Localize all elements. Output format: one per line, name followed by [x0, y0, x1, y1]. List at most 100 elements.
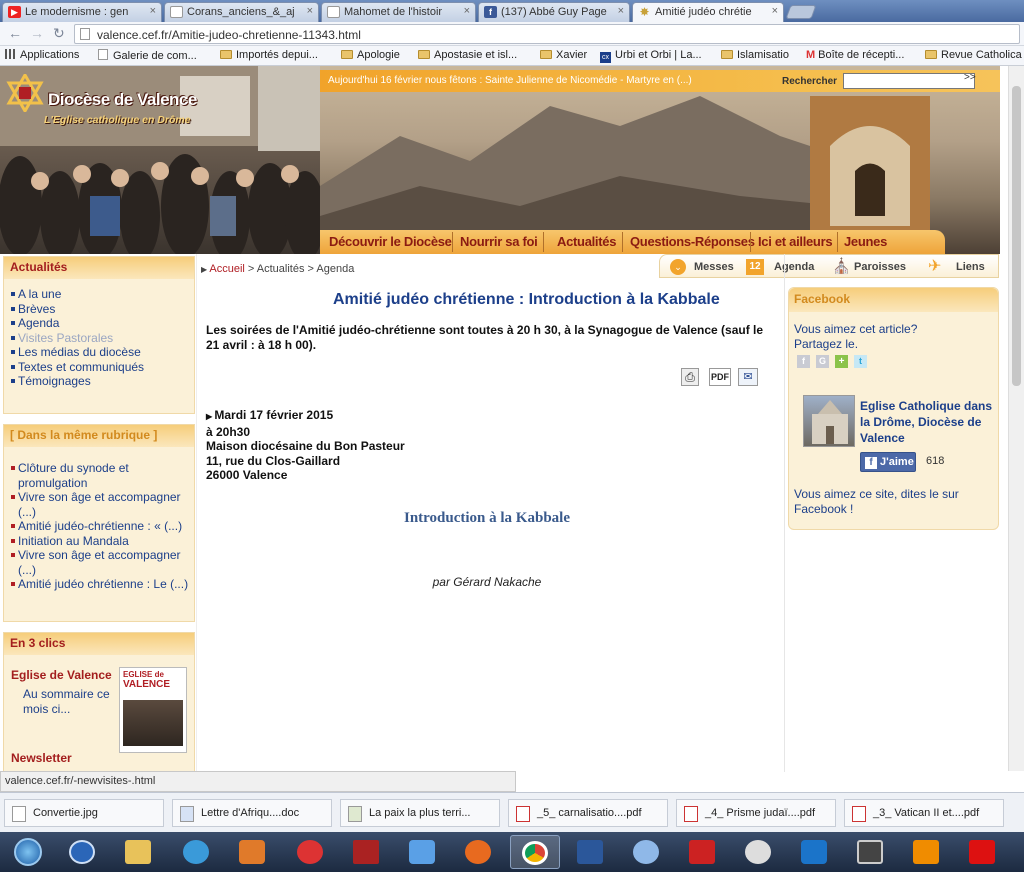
close-icon[interactable]: × [772, 5, 778, 17]
nav-decouvrir[interactable]: Découvrir le Diocèse [329, 234, 452, 249]
nav-jeunes[interactable]: Jeunes [844, 234, 887, 249]
back-icon[interactable]: ← [8, 25, 22, 41]
nav-ici-ailleurs[interactable]: Ici et ailleurs [758, 234, 833, 249]
breadcrumb-path: > Actualités > Agenda [244, 263, 355, 275]
tab-2[interactable]: Corans_anciens_&_aj × [164, 2, 319, 22]
taskbar-app[interactable] [342, 835, 392, 869]
bookmark-folder[interactable]: Importés depui... [220, 49, 318, 61]
close-icon[interactable]: × [150, 5, 156, 17]
bookmark-folder[interactable]: Islamisatio [721, 49, 789, 61]
taskbar-camera[interactable] [286, 835, 336, 869]
tab-4[interactable]: f (137) Abbé Guy Page × [478, 2, 630, 22]
facebook-page-name[interactable]: Eglise Catholique dans la Drôme, Diocèse… [860, 398, 996, 446]
sidebar-item[interactable]: Brèves [11, 302, 144, 317]
download-item[interactable]: _3_ Vatican II et....pdf [844, 799, 1004, 827]
sidebar-item[interactable]: Visites Pastorales [11, 331, 144, 346]
reload-icon[interactable]: ↻ [53, 25, 65, 42]
search-input[interactable] [843, 73, 975, 89]
close-icon[interactable]: × [464, 5, 470, 17]
start-button[interactable] [2, 835, 54, 869]
close-icon[interactable]: × [307, 5, 313, 17]
nav-questions[interactable]: Questions-Réponses [630, 234, 755, 249]
google-share-icon[interactable]: G [816, 355, 829, 368]
taskbar-avira[interactable] [958, 835, 1008, 869]
taskbar-vlc[interactable] [902, 835, 952, 869]
taskbar-ie[interactable] [172, 835, 222, 869]
tab-3[interactable]: Mahomet de l'histoir × [321, 2, 476, 22]
sidebar-item[interactable]: Clôture du synode et promulgation [11, 461, 193, 490]
twitter-share-icon[interactable]: t [854, 355, 867, 368]
bookmark-folder[interactable]: Xavier [540, 49, 587, 61]
bookmark-apps[interactable]: Applications [5, 49, 79, 61]
download-item[interactable]: La paix la plus terri... [340, 799, 500, 827]
taskbar-help[interactable] [58, 835, 108, 869]
address-bar[interactable]: valence.cef.fr/Amitie-judeo-chretienne-1… [74, 24, 1020, 44]
sidebar-item[interactable]: Vivre son âge et accompagner (...) [11, 548, 193, 577]
quicklink-messes[interactable]: Messes [694, 261, 734, 273]
search-go-button[interactable]: >> [964, 72, 976, 83]
sidebar-item[interactable]: Amitié judéo chrétienne : Le (...) [11, 577, 193, 592]
download-label: _4_ Prisme judaï....pdf [705, 807, 816, 819]
download-item[interactable]: _5_ carnalisatio....pdf [508, 799, 668, 827]
sidebar-item[interactable]: Vivre son âge et accompagner (...) [11, 490, 193, 519]
new-tab-button[interactable] [785, 5, 817, 19]
close-icon[interactable]: × [618, 5, 624, 17]
taskbar-word[interactable] [566, 835, 616, 869]
quicklink-liens[interactable]: Liens [956, 261, 985, 273]
sidebar-item[interactable]: Agenda [11, 316, 144, 331]
page-icon [98, 49, 108, 60]
download-item[interactable]: _4_ Prisme judaï....pdf [676, 799, 836, 827]
bookmark-item[interactable]: cx Urbi et Orbi | La... [600, 49, 702, 63]
bookmark-folder[interactable]: Apostasie et isl... [418, 49, 517, 61]
facebook-share-icon[interactable]: f [797, 355, 810, 368]
bookmark-label: Xavier [556, 49, 588, 61]
page-avatar[interactable] [803, 395, 855, 447]
taskbar-teamviewer[interactable] [790, 835, 840, 869]
facebook-site-prompt[interactable]: Vous aimez ce site, dites le sur Faceboo… [794, 487, 994, 517]
quicklink-agenda[interactable]: Agenda [774, 261, 814, 273]
taskbar-explorer[interactable] [114, 835, 164, 869]
sidebar-item[interactable]: Initiation au Mandala [11, 534, 193, 549]
sidebar-item[interactable]: Témoignages [11, 374, 144, 389]
sidebar-item[interactable]: Amitié judéo-chrétienne : « (...) [11, 519, 193, 534]
pdf-file-icon [516, 806, 530, 822]
print-icon[interactable]: ⎙ [681, 368, 699, 386]
eglise-valence-link[interactable]: Au sommaire ce mois ci... [23, 687, 113, 717]
plus-share-icon[interactable]: + [835, 355, 848, 368]
bookmark-folder[interactable]: Revue Catholica [925, 49, 1022, 61]
saint-of-the-day-text[interactable]: Aujourd'hui 16 février nous fêtons : Sai… [328, 75, 692, 86]
nav-nourrir[interactable]: Nourrir sa foi [460, 234, 538, 249]
taskbar-acrobat[interactable] [678, 835, 728, 869]
facebook-like-button[interactable]: f J'aime [860, 452, 916, 472]
bookmark-item[interactable]: M Boîte de récepti... [806, 49, 904, 61]
taskbar-media[interactable] [228, 835, 278, 869]
pdf-icon[interactable]: PDF [709, 368, 731, 386]
scrollbar-thumb[interactable] [1012, 86, 1021, 386]
bookmark-item[interactable]: Galerie de com... [98, 49, 197, 62]
nav-actualites[interactable]: Actualités [557, 234, 616, 249]
magazine-cover-image[interactable]: EGLISE de VALENCE [119, 667, 187, 753]
url-text: valence.cef.fr/Amitie-judeo-chretienne-1… [97, 28, 361, 42]
taskbar-player[interactable] [398, 835, 448, 869]
bookmark-folder[interactable]: Apologie [341, 49, 400, 61]
quicklink-paroisses[interactable]: Paroisses [854, 261, 906, 273]
taskbar-firefox[interactable] [454, 835, 504, 869]
download-item[interactable]: Convertie.jpg [4, 799, 164, 827]
breadcrumb-home[interactable]: Accueil [209, 263, 244, 275]
mail-icon [633, 840, 659, 864]
taskbar-chrome-active[interactable] [510, 835, 560, 869]
tab-5-active[interactable]: ✸ Amitié judéo chrétie × [632, 2, 784, 23]
taskbar-outlook[interactable] [622, 835, 672, 869]
tab-1[interactable]: ▶ Le modernisme : gen × [2, 2, 162, 22]
sidebar-item[interactable]: A la une [11, 287, 144, 302]
taskbar-film[interactable] [734, 835, 784, 869]
page-scrollbar[interactable] [1008, 66, 1024, 771]
email-icon[interactable]: ✉ [738, 368, 758, 386]
taskbar-monitor[interactable] [846, 835, 896, 869]
forward-icon[interactable]: → [30, 25, 44, 41]
column-divider [784, 254, 785, 772]
sidebar-item[interactable]: Les médias du diocèse [11, 345, 144, 360]
download-item[interactable]: Lettre d'Afriqu....doc [172, 799, 332, 827]
site-logo-title[interactable]: Diocèse de Valence [48, 90, 197, 110]
sidebar-item[interactable]: Textes et communiqués [11, 360, 144, 375]
